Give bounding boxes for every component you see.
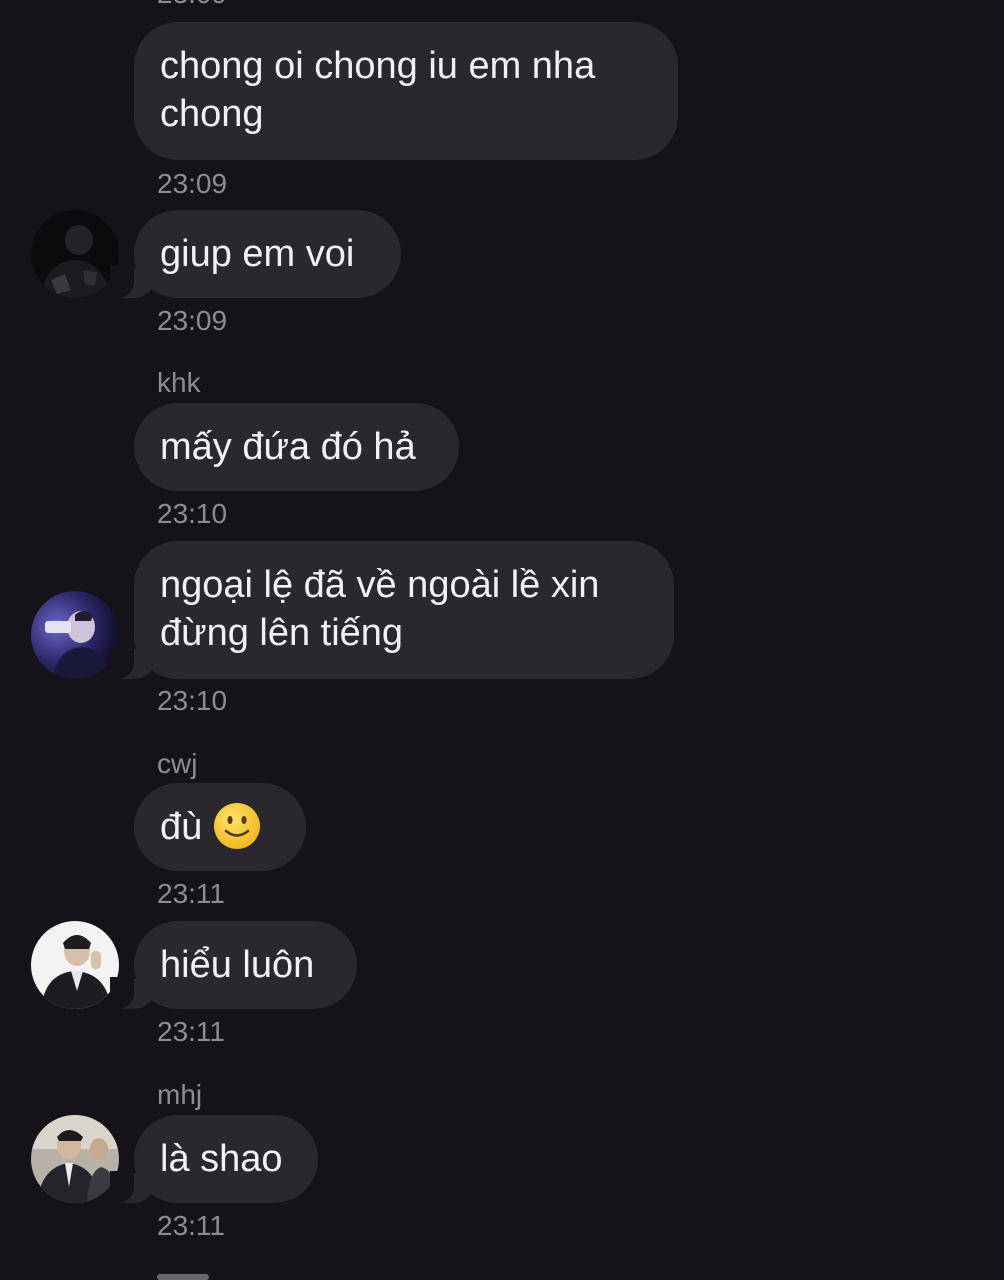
message-text: hiểu luôn [160,944,315,986]
message-bubble[interactable]: giup em voi [110,210,401,298]
sender-avatar[interactable] [31,210,119,298]
message-bubble[interactable]: chong oi chong iu em nha chong [134,22,678,160]
sender-avatar[interactable] [31,921,119,1009]
street-avatar-image [31,1115,119,1203]
message-text: mấy đứa đó hả [160,426,416,468]
message-text: giup em voi [160,233,355,275]
message-bubble[interactable]: hiểu luôn [110,921,357,1009]
message-bubble[interactable]: mấy đứa đó hả [134,403,459,491]
sender-name: khk [157,367,201,398]
chat-thread[interactable]: 23:09 chong oi chong iu em nha chong 23:… [0,0,1004,1280]
message-text: chong oi chong iu em nha chong [160,45,596,135]
message-timestamp: 23:09 [157,168,228,199]
message-bubble[interactable]: ngoại lệ đã về ngoài lề xin đừng lên tiế… [110,541,674,679]
message-bubble[interactable]: đù [134,783,306,871]
message-timestamp: 23:11 [157,1016,225,1047]
message-timestamp: 23:10 [157,685,228,716]
message-text: đù [160,806,203,848]
message-timestamp-partial: 23:09 [157,0,227,10]
next-sender-name-partial [157,1268,217,1280]
message-timestamp: 23:11 [157,1210,225,1241]
message-timestamp: 23:11 [157,878,225,909]
message-timestamp: 23:09 [157,305,228,336]
slightly-smiling-face-emoji [214,802,261,849]
message-text: ngoại lệ đã về ngoài lề xin đừng lên tiế… [160,564,600,654]
sender-name: cwj [157,748,198,779]
message-bubble[interactable]: là shao [110,1115,318,1203]
sender-avatar[interactable] [31,591,119,679]
sender-name: mhj [157,1079,203,1110]
purple-light-avatar-image [31,591,119,679]
sender-avatar[interactable] [31,1115,119,1203]
message-timestamp: 23:10 [157,498,228,529]
message-text: là shao [160,1138,283,1180]
dark-jacket-avatar-image [31,210,119,298]
white-bg-avatar-image [31,921,119,1009]
